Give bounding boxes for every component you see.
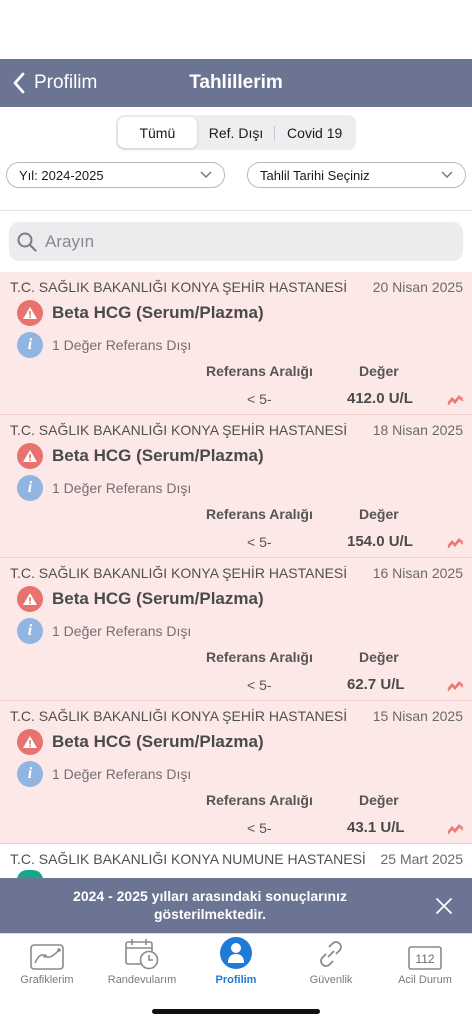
hospital-name: T.C. SAĞLIK BAKANLIĞI KONYA ŞEHİR HASTAN… (10, 565, 348, 581)
year-select[interactable]: Yıl: 2024-2025 (6, 162, 225, 188)
reference-range-value: < 5- (247, 534, 272, 550)
info-icon: i (17, 475, 43, 501)
result-value: 43.1 U/L (347, 819, 405, 836)
result-card[interactable]: T.C. SAĞLIK BAKANLIĞI KONYA ŞEHİR HASTAN… (0, 415, 472, 558)
test-date-select[interactable]: Tahlil Tarihi Seçiniz (247, 162, 466, 188)
tab-grafiklerim[interactable]: Grafiklerim (10, 934, 84, 992)
reference-range-header: Referans Aralığı (206, 792, 313, 808)
year-select-value: Yıl: 2024-2025 (19, 167, 104, 183)
warning-icon (17, 443, 43, 469)
hospital-name: T.C. SAĞLIK BAKANLIĞI KONYA NUMUNE HASTA… (10, 851, 366, 867)
search-bar (9, 222, 463, 261)
divider (0, 210, 472, 211)
results-list: T.C. SAĞLIK BAKANLIĞI KONYA ŞEHİR HASTAN… (0, 272, 472, 884)
info-icon: i (17, 332, 43, 358)
test-name: Beta HCG (Serum/Plazma) (52, 303, 264, 322)
back-button[interactable]: Profilim (12, 59, 97, 107)
tab-covid19[interactable]: Covid 19 (275, 117, 354, 148)
test-name: Beta HCG (Serum/Plazma) (52, 732, 264, 751)
out-of-range-text: 1 Değer Referans Dışı (52, 766, 192, 782)
filter-segmented-control: Tümü Ref. Dışı Covid 19 (116, 115, 356, 150)
info-banner: 2024 - 2025 yılları arasındaki sonuçları… (0, 878, 472, 933)
close-icon[interactable] (434, 896, 454, 916)
result-value: 62.7 U/L (347, 676, 405, 693)
test-name: Beta HCG (Serum/Plazma) (52, 589, 264, 608)
search-icon (17, 232, 37, 252)
person-icon (220, 937, 252, 969)
result-date: 20 Nisan 2025 (372, 279, 463, 295)
link-icon (320, 941, 342, 967)
emergency-112-icon: 112 (408, 946, 442, 970)
chevron-down-icon (441, 171, 453, 179)
home-indicator (152, 1009, 320, 1014)
reference-range-value: < 5- (247, 820, 272, 836)
info-icon: i (17, 618, 43, 644)
trend-icon (447, 824, 464, 834)
tab-acil-durum[interactable]: 112 Acil Durum (388, 934, 462, 992)
result-card[interactable]: T.C. SAĞLIK BAKANLIĞI KONYA ŞEHİR HASTAN… (0, 272, 472, 415)
value-header: Değer (359, 363, 399, 379)
test-date-select-value: Tahlil Tarihi Seçiniz (260, 167, 370, 183)
tab-covid19-label: Covid 19 (287, 124, 343, 141)
tab-out-of-range-label: Ref. Dışı (208, 124, 264, 141)
result-date: 25 Mart 2025 (380, 851, 464, 867)
search-input[interactable] (45, 231, 445, 252)
reference-range-value: < 5- (247, 391, 272, 407)
hospital-name: T.C. SAĞLIK BAKANLIĞI KONYA ŞEHİR HASTAN… (10, 708, 348, 724)
warning-icon (17, 729, 43, 755)
tab-profilim[interactable]: Profilim (205, 934, 267, 992)
tab-randevularim-label: Randevularım (107, 974, 177, 986)
back-label: Profilim (34, 72, 98, 93)
result-value: 154.0 U/L (347, 533, 413, 550)
test-name: Beta HCG (Serum/Plazma) (52, 446, 264, 465)
value-header: Değer (359, 649, 399, 665)
result-date: 16 Nisan 2025 (372, 565, 463, 581)
out-of-range-text: 1 Değer Referans Dışı (52, 623, 192, 639)
out-of-range-text: 1 Değer Referans Dışı (52, 480, 192, 496)
warning-icon (17, 300, 43, 326)
status-bar (0, 0, 472, 59)
result-value: 412.0 U/L (347, 390, 413, 407)
warning-icon (17, 586, 43, 612)
tab-guvenlik-label: Güvenlik (309, 974, 353, 986)
value-header: Değer (359, 506, 399, 522)
tab-randevularim[interactable]: Randevularım (101, 934, 183, 992)
navigation-bar: Profilim Tahlillerim (0, 59, 472, 107)
reference-range-header: Referans Aralığı (206, 363, 313, 379)
chart-icon (30, 944, 64, 970)
chevron-left-icon (13, 72, 25, 94)
banner-text: 2024 - 2025 yılları arasındaki sonuçları… (73, 888, 347, 922)
emergency-number: 112 (415, 952, 434, 966)
tab-acil-durum-label: Acil Durum (398, 974, 452, 986)
hospital-name: T.C. SAĞLIK BAKANLIĞI KONYA ŞEHİR HASTAN… (10, 422, 348, 438)
tab-all[interactable]: Tümü (118, 117, 197, 148)
reference-range-header: Referans Aralığı (206, 506, 313, 522)
tab-guvenlik[interactable]: Güvenlik (297, 934, 365, 992)
out-of-range-text: 1 Değer Referans Dışı (52, 337, 192, 353)
trend-icon (447, 538, 464, 548)
tab-profilim-label: Profilim (215, 974, 257, 986)
reference-range-value: < 5- (247, 677, 272, 693)
value-header: Değer (359, 792, 399, 808)
chevron-down-icon (200, 171, 212, 179)
trend-icon (447, 681, 464, 691)
result-date: 15 Nisan 2025 (372, 708, 463, 724)
result-card[interactable]: T.C. SAĞLIK BAKANLIĞI KONYA ŞEHİR HASTAN… (0, 558, 472, 701)
reference-range-header: Referans Aralığı (206, 649, 313, 665)
result-card[interactable]: T.C. SAĞLIK BAKANLIĞI KONYA ŞEHİR HASTAN… (0, 701, 472, 844)
trend-icon (447, 395, 464, 405)
info-icon: i (17, 761, 43, 787)
tab-all-label: Tümü (139, 124, 176, 141)
result-date: 18 Nisan 2025 (372, 422, 463, 438)
tab-grafiklerim-label: Grafiklerim (20, 974, 74, 986)
hospital-name: T.C. SAĞLIK BAKANLIĞI KONYA ŞEHİR HASTAN… (10, 279, 348, 295)
tab-out-of-range[interactable]: Ref. Dışı (197, 117, 276, 148)
calendar-clock-icon (125, 939, 159, 970)
